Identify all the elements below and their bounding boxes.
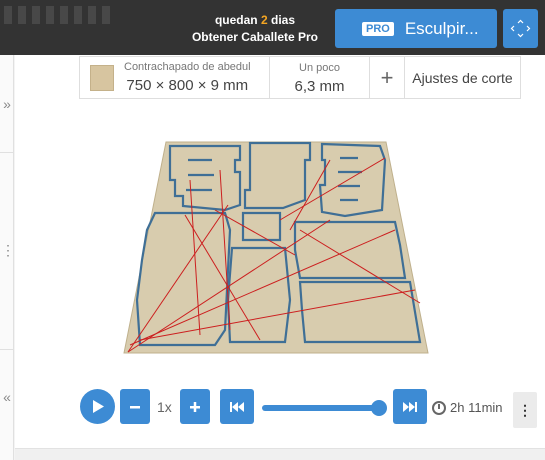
duration-value: 2h 11min xyxy=(450,400,503,415)
play-button[interactable] xyxy=(80,389,115,424)
clock-icon xyxy=(432,400,446,415)
duration-display: 2h 11min xyxy=(432,400,503,415)
fast-forward-button[interactable] xyxy=(393,389,427,424)
progress-track[interactable] xyxy=(262,405,382,411)
minus-icon xyxy=(130,405,140,408)
more-vertical-icon: ⋮ xyxy=(518,401,532,418)
skip-back-icon xyxy=(230,401,244,412)
more-options-button[interactable]: ⋮ xyxy=(513,392,537,428)
play-icon xyxy=(93,400,104,413)
speed-value: 1x xyxy=(157,399,172,415)
speed-up-button[interactable] xyxy=(180,389,210,424)
speed-down-button[interactable] xyxy=(120,389,150,424)
rewind-button[interactable] xyxy=(220,389,254,424)
skip-forward-icon xyxy=(403,401,417,412)
progress-handle[interactable] xyxy=(371,400,387,416)
plus-icon xyxy=(190,401,200,412)
